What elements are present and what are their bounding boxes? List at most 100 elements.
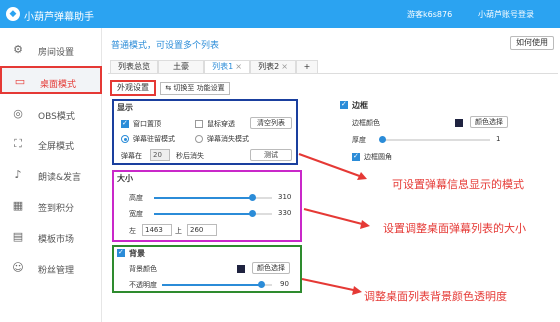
- help-button[interactable]: 如何使用: [510, 36, 554, 50]
- title-bar: ◆ 小葫芦弹幕助手 游客k6s876 小葫芦账号登录: [0, 0, 560, 28]
- switch-icon: ⇆: [165, 84, 172, 92]
- sidebar-item-label: 签到积分: [38, 204, 75, 214]
- mouse-through-checkbox[interactable]: [195, 120, 203, 128]
- fade-seconds-input[interactable]: 20: [150, 149, 170, 161]
- fullscreen-icon: ⛶: [14, 137, 22, 150]
- close-icon[interactable]: ×: [281, 62, 288, 71]
- fade-suffix-label: 秒后消失: [176, 152, 204, 160]
- thickness-label: 厚度: [352, 136, 366, 144]
- sidebar-item-room-settings[interactable]: ⚙ 房间设置: [0, 36, 102, 64]
- annotation-arrow-2: [303, 208, 370, 229]
- top-label: 上: [175, 227, 182, 235]
- template-icon: ▤: [12, 230, 24, 243]
- calendar-icon: ▦: [12, 199, 24, 212]
- sidebar-item-label: 朗读&发言: [38, 173, 82, 183]
- border-color-label: 边框颜色: [352, 119, 380, 127]
- background-color-swatch[interactable]: [237, 265, 245, 273]
- annotation-arrow-1: [298, 153, 367, 180]
- opacity-value: 90: [280, 280, 289, 288]
- tab-list2[interactable]: 列表2 ×: [250, 60, 296, 74]
- sidebar-item-label: 房间设置: [38, 48, 75, 58]
- background-section: 背景 背景颜色 颜色选择 不透明度 90: [112, 245, 302, 293]
- add-tab-button[interactable]: +: [296, 60, 318, 74]
- mode-fade-radio[interactable]: [195, 135, 203, 143]
- sidebar-item-desktop-mode[interactable]: ▭ 桌面模式: [0, 66, 102, 94]
- sidebar-item-label: OBS模式: [38, 112, 75, 122]
- top-position-input[interactable]: 260: [187, 224, 217, 236]
- sidebar-item-fullscreen-mode[interactable]: ⛶ 全屏模式: [0, 130, 102, 158]
- sidebar-item-fans-management[interactable]: ☺ 粉丝管理: [0, 254, 102, 282]
- sidebar-item-label: 粉丝管理: [38, 266, 75, 276]
- display-title: 显示: [117, 103, 133, 112]
- mouse-through-label: 鼠标穿透: [207, 120, 235, 128]
- sidebar-item-label: 全屏模式: [38, 142, 75, 152]
- opacity-label: 不透明度: [129, 281, 157, 289]
- window-top-checkbox[interactable]: [121, 119, 129, 128]
- window-top-label: 窗口置顶: [133, 120, 161, 128]
- annotation-list-size: 设置调整桌面弹幕列表的大小: [383, 222, 526, 235]
- account-login-link[interactable]: 小葫芦账号登录: [478, 9, 534, 20]
- background-color-button[interactable]: 颜色选择: [252, 262, 290, 274]
- tab-appearance-settings[interactable]: 外观设置: [110, 80, 156, 96]
- height-slider-handle[interactable]: [248, 194, 256, 201]
- gear-icon: ⚙: [13, 43, 23, 56]
- obs-icon: ◎: [13, 107, 23, 120]
- mode-stay-label: 弹幕驻留模式: [133, 135, 175, 143]
- fade-prefix-label: 弹幕在: [121, 152, 142, 160]
- annotation-display-mode: 可设置弹幕信息显示的模式: [392, 178, 524, 191]
- sidebar: ⚙ 房间设置 ▭ 桌面模式 ◎ OBS模式 ⛶ 全屏模式 ♪ 朗读&发言 ▦ 签…: [0, 28, 102, 322]
- thickness-slider-handle[interactable]: [379, 136, 387, 143]
- guest-username: 游客k6s876: [407, 10, 453, 19]
- tab-divider: [108, 73, 558, 74]
- background-color-label: 背景颜色: [129, 265, 157, 273]
- opacity-slider-fill: [162, 284, 261, 286]
- height-slider-fill: [154, 197, 252, 199]
- sidebar-item-label: 模板市场: [38, 235, 75, 245]
- monitor-icon: ▭: [14, 75, 26, 88]
- close-icon[interactable]: ×: [235, 62, 242, 71]
- height-slider[interactable]: [154, 194, 272, 201]
- opacity-slider-handle[interactable]: [258, 281, 265, 288]
- left-label: 左: [129, 227, 136, 235]
- switch-function-settings-button[interactable]: ⇆ 切换至 功能设置: [160, 82, 230, 95]
- border-title: 边框: [352, 101, 368, 110]
- mode-stay-radio[interactable]: [121, 135, 129, 143]
- sidebar-item-read-speak[interactable]: ♪ 朗读&发言: [0, 161, 102, 189]
- annotation-bg-opacity: 调整桌面列表背景颜色透明度: [364, 290, 507, 303]
- annotation-arrow-3: [301, 278, 362, 295]
- border-color-button[interactable]: 颜色选择: [470, 116, 508, 128]
- switch-label: 切换至 功能设置: [173, 84, 225, 92]
- left-position-input[interactable]: 1463: [142, 224, 172, 236]
- clear-list-button[interactable]: 清空列表: [250, 117, 292, 129]
- height-value: 310: [278, 193, 292, 201]
- width-slider[interactable]: [154, 210, 272, 217]
- sidebar-item-template-market[interactable]: ▤ 模板市场: [0, 223, 102, 251]
- mode-fade-label: 弹幕消失模式: [207, 135, 249, 143]
- sidebar-item-checkin-points[interactable]: ▦ 签到积分: [0, 192, 102, 220]
- microphone-icon: ♪: [14, 168, 22, 181]
- fans-icon: ☺: [12, 261, 24, 274]
- display-section: 显示 窗口置顶 鼠标穿透 清空列表 弹幕驻留模式 弹幕消失模式 弹幕在 20 秒…: [112, 99, 298, 165]
- sidebar-item-obs-mode[interactable]: ◎ OBS模式: [0, 100, 102, 128]
- background-checkbox[interactable]: [117, 248, 125, 257]
- tab-list1[interactable]: 列表1 ×: [204, 60, 250, 74]
- test-button[interactable]: 测试: [250, 149, 292, 161]
- opacity-slider[interactable]: [162, 281, 272, 288]
- size-section: 大小 高度 310 宽度 330 左 1463 上 260: [112, 170, 302, 242]
- thickness-value: 1: [496, 135, 501, 143]
- width-slider-handle[interactable]: [248, 210, 256, 217]
- app-title: 小葫芦弹幕助手: [24, 12, 94, 23]
- tab-label: 列表1: [212, 62, 234, 71]
- border-checkbox[interactable]: [340, 100, 348, 109]
- tab-list-overview[interactable]: 列表总览: [110, 60, 158, 74]
- size-title: 大小: [117, 174, 133, 183]
- tab-tuhao[interactable]: 土豪: [158, 60, 204, 74]
- thickness-slider[interactable]: [379, 136, 490, 143]
- width-value: 330: [278, 209, 292, 217]
- width-slider-fill: [154, 213, 252, 215]
- height-label: 高度: [129, 194, 143, 202]
- background-title: 背景: [129, 249, 145, 258]
- tab-label: 列表2: [258, 62, 280, 71]
- width-label: 宽度: [129, 210, 143, 218]
- border-color-swatch[interactable]: [455, 119, 463, 127]
